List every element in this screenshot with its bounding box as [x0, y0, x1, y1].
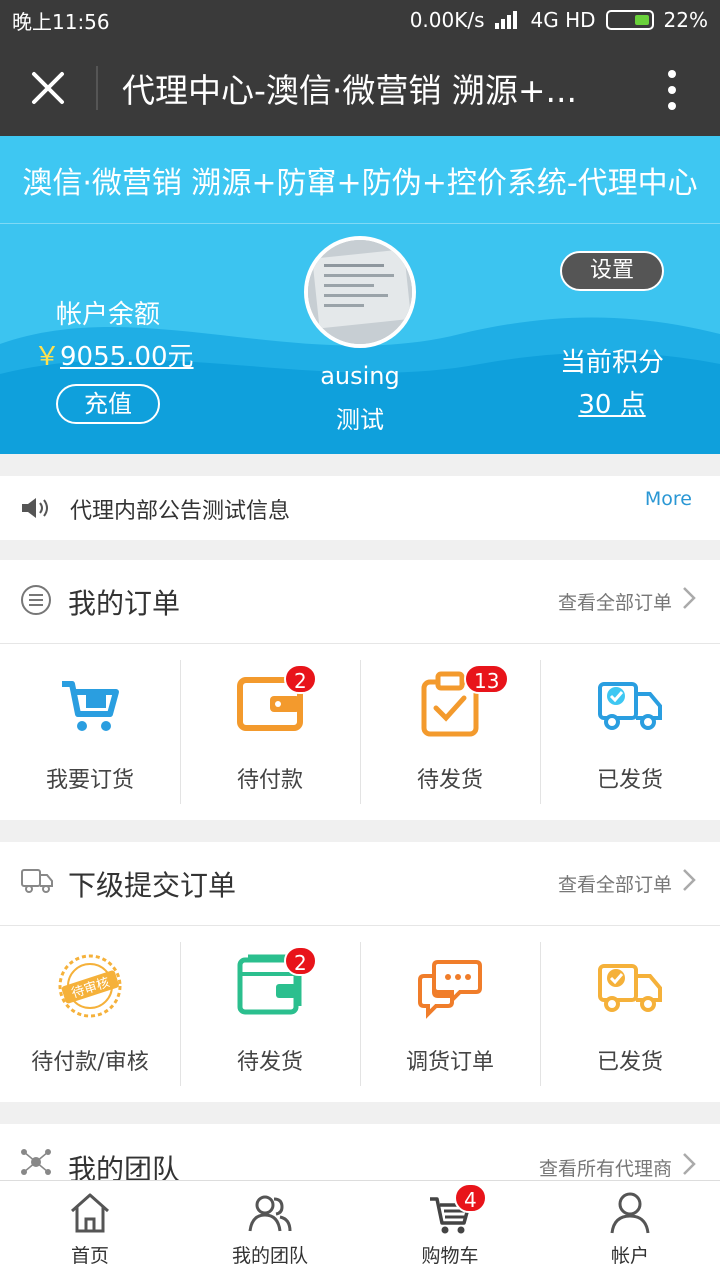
balance-value[interactable]: ￥9055.00元 [34, 336, 194, 373]
status-network: 4G HD [530, 8, 596, 32]
order-pending-payment-label: 待付款 [236, 768, 303, 793]
truck-icon [598, 964, 662, 1012]
sub-order-transfer-label: 调货订单 [405, 1050, 494, 1075]
status-time: 晚上11:56 [12, 9, 110, 34]
sub-order-transfer[interactable]: 调货订单 [360, 926, 540, 1102]
recharge-button[interactable]: 充值 [56, 384, 160, 424]
order-shipped[interactable]: 已发货 [540, 644, 720, 820]
my-orders-section: 我的订单 查看全部订单 我要订货 2 待付款 13 待发货 已发货 [0, 560, 720, 820]
user-icon [610, 1192, 650, 1234]
sub-order-pending-review-label: 待付款/审核 [31, 1050, 149, 1075]
user-level: 测试 [336, 406, 384, 434]
sub-order-pending-shipment-label: 待发货 [236, 1050, 303, 1075]
notice-text[interactable]: 代理内部公告测试信息 [70, 493, 290, 525]
more-menu-icon[interactable] [660, 68, 684, 112]
truck-icon [598, 682, 662, 730]
signal-icon [494, 11, 517, 29]
sub-orders-section: 下级提交订单 查看全部订单 待审核 待付款/审核 2 待发货 调货订单 已发货 [0, 842, 720, 1102]
nav-cart-label: 购物车 [421, 1245, 479, 1267]
chevron-right-icon [683, 1153, 696, 1175]
currency-symbol: ￥ [34, 342, 61, 372]
view-all-sub-orders-link[interactable]: 查看全部订单 [558, 870, 672, 897]
nav-team[interactable]: 我的团队 [180, 1181, 360, 1280]
sub-orders-title: 下级提交订单 [68, 869, 237, 902]
profile-panel: 帐户余额 ￥9055.00元 充值 ausing 测试 设置 当前积分 30 点 [0, 224, 720, 454]
sub-order-shipped-label: 已发货 [596, 1050, 663, 1075]
title-bar: 代理中心-澳信·微营销 溯源+... [0, 40, 720, 136]
avatar-image [308, 240, 412, 344]
page-title: 代理中心-澳信·微营销 溯源+... [122, 71, 578, 110]
nav-cart[interactable]: 4 购物车 [360, 1181, 540, 1280]
list-icon [21, 585, 51, 615]
notice-bar[interactable]: 代理内部公告测试信息 More [0, 476, 720, 540]
bottom-nav: 首页 我的团队 4 购物车 帐户 [0, 1180, 720, 1280]
cart-badge: 4 [454, 1183, 487, 1213]
speaker-icon [22, 498, 48, 518]
sub-order-pending-review[interactable]: 待审核 待付款/审核 [0, 926, 180, 1102]
order-to-buy[interactable]: 我要订货 [0, 644, 180, 820]
chat-icon [418, 960, 482, 1019]
app-screen: 晚上11:56 0.00K/s 4G HD 22% 代理中心-澳信·微营销 溯源… [0, 0, 720, 1280]
sub-orders-grid: 待审核 待付款/审核 2 待发货 调货订单 已发货 [0, 926, 720, 1102]
pending-review-stamp-icon: 待审核 [58, 954, 122, 1018]
truck-outline-icon [21, 869, 53, 893]
order-to-buy-label: 我要订货 [45, 768, 134, 793]
my-orders-title: 我的订单 [68, 587, 181, 620]
nav-account[interactable]: 帐户 [540, 1181, 720, 1280]
sub-pending-shipment-badge: 2 [284, 946, 317, 976]
status-bar: 晚上11:56 0.00K/s 4G HD 22% [0, 0, 720, 40]
status-net-speed: 0.00K/s [409, 8, 485, 32]
system-banner: 澳信·微营销 溯源+防窜+防伪+控价系统-代理中心 [0, 136, 720, 224]
team-section: 我的团队 查看所有代理商 [0, 1124, 720, 1186]
order-pending-payment[interactable]: 2 待付款 [180, 644, 360, 820]
sub-order-pending-shipment[interactable]: 2 待发货 [180, 926, 360, 1102]
balance-amount[interactable]: 9055.00元 [60, 342, 194, 372]
my-orders-header[interactable]: 我的订单 查看全部订单 [0, 560, 720, 644]
notice-more-link[interactable]: More [645, 488, 692, 510]
points-value[interactable]: 30 点 [530, 384, 694, 421]
points-label: 当前积分 [559, 348, 664, 378]
nav-team-label: 我的团队 [231, 1245, 308, 1267]
avatar[interactable] [304, 236, 416, 348]
nav-account-label: 帐户 [610, 1245, 649, 1267]
sub-orders-header[interactable]: 下级提交订单 查看全部订单 [0, 842, 720, 926]
order-pending-shipment[interactable]: 13 待发货 [360, 644, 540, 820]
pending-payment-badge: 2 [284, 664, 317, 694]
settings-button[interactable]: 设置 [560, 251, 664, 291]
balance-label: 帐户余额 [55, 300, 160, 330]
team-icon [248, 1195, 292, 1232]
chevron-right-icon [683, 587, 696, 609]
title-divider [96, 66, 98, 110]
my-orders-grid: 我要订货 2 待付款 13 待发货 已发货 [0, 644, 720, 820]
username: ausing [320, 362, 400, 390]
battery-icon [605, 10, 654, 30]
nav-home-label: 首页 [70, 1245, 109, 1267]
order-pending-shipment-label: 待发货 [416, 768, 483, 793]
nav-home[interactable]: 首页 [0, 1181, 180, 1280]
status-battery: 22% [663, 8, 708, 32]
chevron-right-icon [683, 869, 696, 891]
view-all-orders-link[interactable]: 查看全部订单 [558, 588, 672, 615]
network-icon [21, 1149, 51, 1175]
pending-shipment-badge: 13 [464, 664, 510, 694]
sub-order-shipped[interactable]: 已发货 [540, 926, 720, 1102]
order-shipped-label: 已发货 [596, 768, 663, 793]
close-icon[interactable] [22, 62, 74, 114]
home-icon [71, 1193, 109, 1233]
team-header[interactable]: 我的团队 查看所有代理商 [0, 1124, 720, 1186]
view-all-agents-link[interactable]: 查看所有代理商 [539, 1154, 672, 1181]
cart-icon [62, 681, 119, 731]
